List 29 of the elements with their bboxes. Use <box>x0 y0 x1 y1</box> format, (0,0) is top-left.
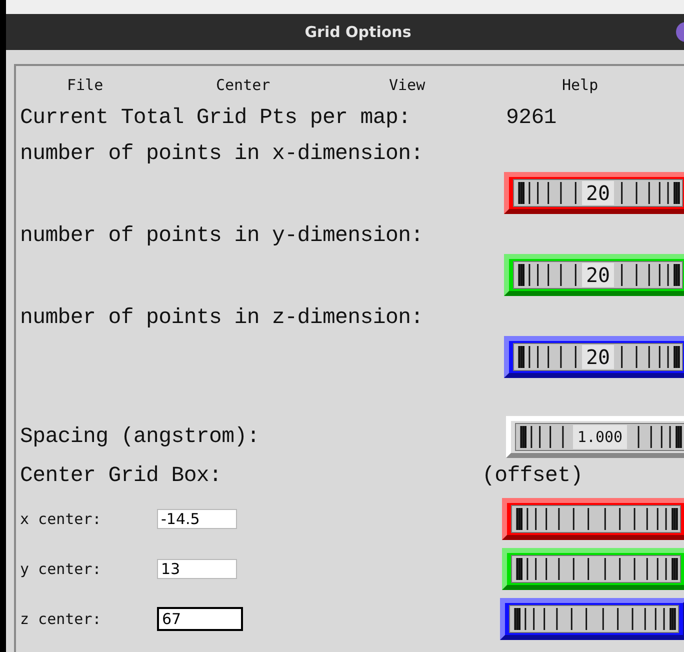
dimension-label: number of points in x-dimension: <box>20 141 424 168</box>
dial-value: 1.000 <box>573 425 627 449</box>
window-title: Grid Options <box>304 23 412 41</box>
thumbwheel[interactable]: 20 <box>504 172 684 214</box>
dimension-label: number of points in y-dimension: <box>20 223 424 250</box>
menu-item[interactable]: File <box>67 76 104 94</box>
axis-label: z center: <box>20 610 102 628</box>
axis-label: x center: <box>20 510 102 528</box>
thumbwheel[interactable] <box>502 498 684 540</box>
offset-label: (offset) <box>482 463 583 490</box>
dimension-label: number of points in z-dimension: <box>20 305 424 332</box>
menu-item[interactable]: Help <box>562 76 598 94</box>
dial-value: 20 <box>582 345 614 369</box>
menu-item[interactable]: View <box>389 76 426 94</box>
center-label: Center Grid Box: <box>20 463 223 490</box>
total-value: 9261 <box>506 105 556 132</box>
axis-label: y center: <box>20 560 102 578</box>
input-field[interactable]: 67 <box>157 607 243 631</box>
thumbwheel[interactable] <box>500 598 684 640</box>
menu-item[interactable]: Center <box>216 76 270 94</box>
input-field[interactable]: -14.5 <box>157 509 237 529</box>
thumbwheel[interactable]: 20 <box>504 336 684 378</box>
dial-value: 20 <box>582 263 614 287</box>
thumbwheel[interactable]: 1.000 <box>506 416 684 458</box>
input-field[interactable]: 13 <box>157 559 237 579</box>
thumbwheel[interactable]: 20 <box>504 254 684 296</box>
spacing-label: Spacing (angstrom): <box>20 424 260 451</box>
dial-value: 20 <box>582 181 614 205</box>
total-label: Current Total Grid Pts per map: <box>20 105 412 132</box>
